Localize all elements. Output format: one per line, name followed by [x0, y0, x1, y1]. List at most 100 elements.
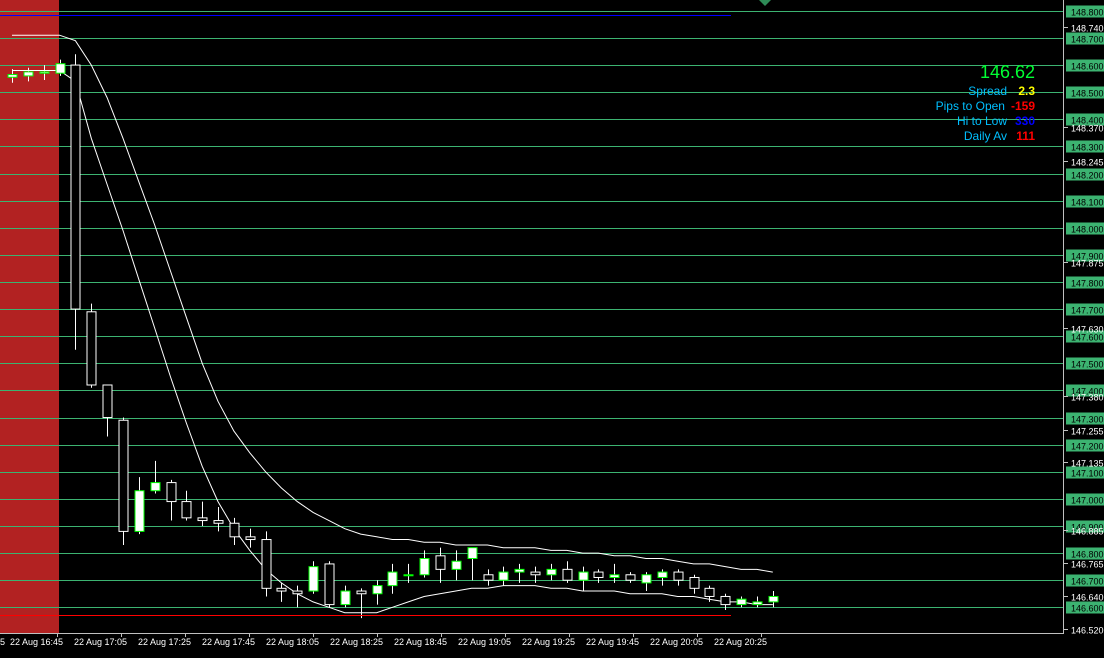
current-price: 146.62 [979, 62, 1035, 82]
candle-body [308, 566, 319, 592]
price-label: 146.885 [1071, 527, 1104, 537]
price-chart[interactable]: 148.800 148.700 148.600 148.500 148.400 148.3… [0, 0, 1104, 653]
time-label: 22 Aug 19:45 [586, 637, 639, 647]
candle-body [372, 585, 383, 595]
candle [86, 303, 97, 388]
price-label: 148.000 [1071, 225, 1104, 235]
time-label: 22 Aug 17:05 [74, 637, 127, 647]
candle-body [641, 574, 652, 584]
candle-body [752, 601, 763, 606]
candle-body [768, 595, 779, 603]
time-label: 22 Aug 18:25 [330, 637, 383, 647]
candle-body [736, 598, 747, 606]
time-label-fragment: 5 [0, 637, 5, 647]
time-label: 22 Aug 20:05 [650, 637, 703, 647]
price-label: 147.300 [1071, 415, 1104, 425]
candle-body [181, 501, 192, 519]
price-label: 147.200 [1071, 442, 1104, 452]
info-value: -159 [1010, 99, 1035, 113]
price-label: 146.765 [1071, 560, 1104, 570]
price-label: 147.700 [1071, 306, 1104, 316]
candle-body [530, 571, 541, 576]
candle-body [166, 482, 177, 503]
price-label: 147.630 [1071, 325, 1104, 335]
candle-body [70, 64, 81, 310]
candle-body [245, 536, 256, 541]
candle-body [7, 74, 18, 78]
candle [324, 561, 335, 608]
candle-body [609, 574, 620, 578]
session-highlight [0, 0, 59, 633]
candle-body [118, 419, 129, 532]
info-label: Daily Av [963, 129, 1007, 143]
candle-body [23, 71, 34, 77]
candle-body [387, 571, 398, 587]
price-label: 147.255 [1071, 427, 1104, 437]
candle-body [39, 71, 50, 74]
time-label: 22 Aug 20:25 [714, 637, 767, 647]
price-label: 148.700 [1071, 35, 1104, 45]
price-label: 148.370 [1071, 124, 1104, 134]
candle [118, 417, 129, 545]
price-label: 147.875 [1071, 259, 1104, 269]
candle-body [578, 571, 589, 581]
candle-body [102, 384, 113, 419]
price-label: 146.520 [1071, 626, 1104, 636]
candle-body [451, 560, 462, 570]
candle-body [213, 520, 224, 524]
time-label: 22 Aug 18:45 [394, 637, 447, 647]
candle-body [86, 311, 97, 386]
price-label: 147.135 [1071, 459, 1104, 469]
time-label: 22 Aug 17:45 [202, 637, 255, 647]
time-label: 22 Aug 18:05 [266, 637, 319, 647]
candle-body [720, 595, 731, 606]
price-label: 148.740 [1071, 24, 1104, 34]
candle-body [197, 517, 208, 522]
candle-body [340, 590, 351, 606]
candle-body [435, 555, 446, 570]
info-label: Spread [968, 84, 1007, 98]
candle-body [276, 587, 287, 592]
candle-body [356, 590, 367, 595]
info-value: 2.3 [1018, 84, 1035, 98]
price-label: 147.800 [1071, 279, 1104, 289]
price-label: 148.500 [1071, 89, 1104, 99]
candle-body [657, 571, 668, 578]
price-label: 146.800 [1071, 550, 1104, 560]
candle-body [673, 571, 684, 581]
info-label: Pips to Open [935, 99, 1005, 113]
candle-body [150, 482, 161, 492]
price-label: 146.700 [1071, 577, 1104, 587]
candle-body [498, 571, 509, 581]
price-label: 148.200 [1071, 171, 1104, 181]
info-label: Hi to Low [956, 114, 1007, 128]
candle-body [261, 539, 272, 589]
candle-body [704, 587, 715, 597]
info-value: 111 [1016, 129, 1035, 143]
candle-body [55, 63, 66, 74]
candle-body [625, 574, 636, 581]
candle-body [483, 574, 494, 581]
time-label: 22 Aug 17:25 [138, 637, 191, 647]
candle-body [593, 571, 604, 578]
candle-body [229, 522, 240, 538]
candle-body [689, 576, 700, 589]
candle-body [292, 590, 303, 595]
price-label: 147.380 [1071, 393, 1104, 403]
time-label: 22 Aug 16:45 [10, 637, 63, 647]
time-label: 22 Aug 19:05 [458, 637, 511, 647]
candle-body [562, 568, 573, 581]
candle-body [403, 574, 414, 577]
price-label: 148.600 [1071, 62, 1104, 72]
price-label: 148.800 [1071, 8, 1104, 18]
price-label: 146.640 [1071, 593, 1104, 603]
candle-body [134, 490, 145, 532]
time-label: 22 Aug 19:25 [522, 637, 575, 647]
candle [261, 531, 272, 597]
price-label: 148.100 [1071, 198, 1104, 208]
price-label: 147.100 [1071, 469, 1104, 479]
price-label: 147.500 [1071, 360, 1104, 370]
price-label: 147.000 [1071, 496, 1104, 506]
price-label: 146.600 [1071, 604, 1104, 614]
candle-body [514, 568, 525, 573]
